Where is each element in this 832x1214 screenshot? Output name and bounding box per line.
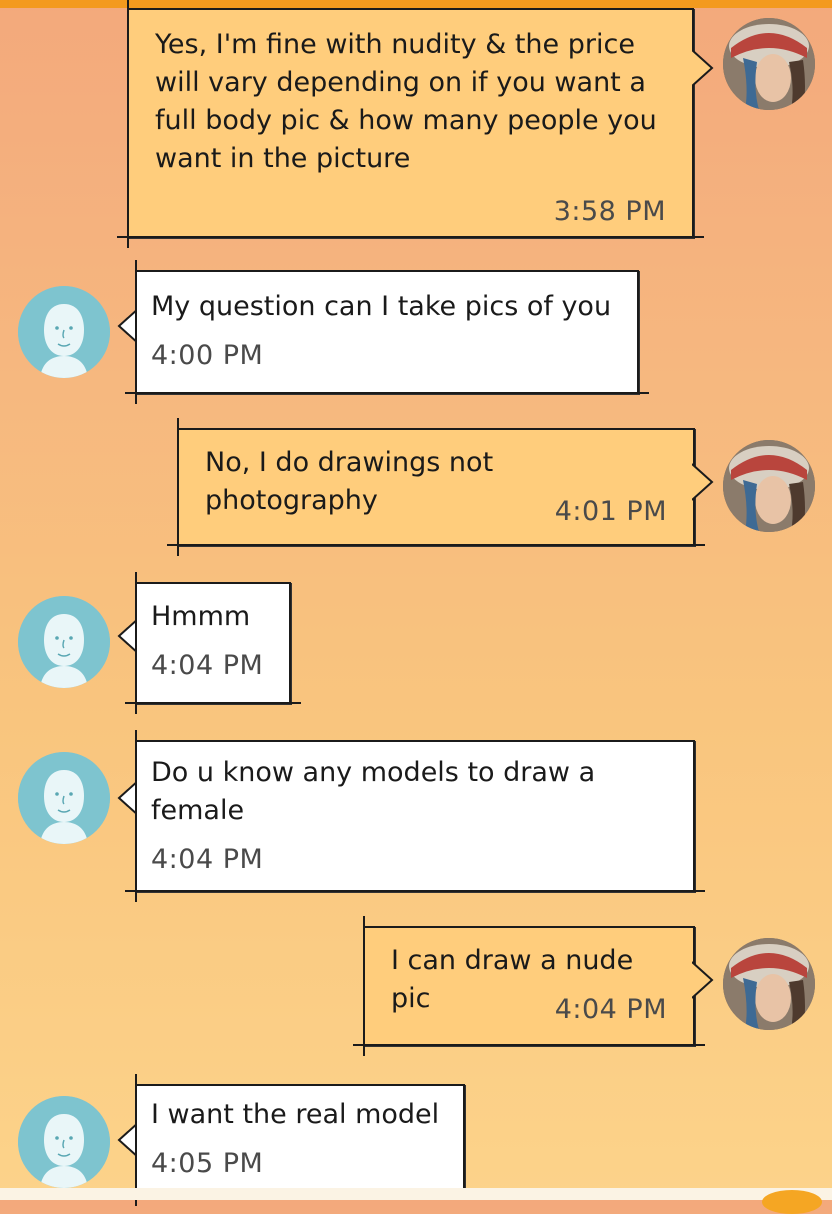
top-accent-bar (0, 0, 832, 8)
bubble-tail (692, 49, 714, 87)
artwork-avatar-icon (723, 440, 815, 532)
bubble-tail (692, 463, 714, 501)
outgoing-message-bubble[interactable]: Yes, I'm fine with nudity & the price wi… (117, 0, 704, 248)
message-timestamp: 4:01 PM (554, 496, 667, 527)
message-text: My question can I take pics of you (151, 291, 612, 322)
message-timestamp: 4:00 PM (151, 340, 264, 371)
message-timestamp: 3:58 PM (553, 196, 666, 227)
default-person-icon (18, 752, 110, 844)
send-button-edge[interactable] (762, 1190, 822, 1214)
outgoing-message-bubble[interactable]: No, I do drawings not photography 4:01 P… (167, 418, 705, 556)
message-timestamp: 4:04 PM (151, 844, 264, 875)
my-avatar[interactable] (723, 18, 815, 110)
outgoing-message-bubble[interactable]: I can draw a nude pic 4:04 PM (353, 916, 705, 1056)
bottom-input-bar-edge (0, 1188, 832, 1214)
default-person-icon (18, 286, 110, 378)
incoming-message-bubble[interactable]: Do u know any models to draw a female 4:… (125, 730, 705, 902)
message-text: Do u know any models to draw a female (151, 757, 596, 826)
bubble-tail (692, 961, 714, 999)
incoming-message-bubble[interactable]: I want the real model 4:05 PM (125, 1074, 475, 1206)
message-timestamp: 4:05 PM (151, 1148, 264, 1179)
message-timestamp: 4:04 PM (554, 994, 667, 1025)
message-text: Yes, I'm fine with nudity & the price wi… (155, 29, 657, 174)
contact-avatar[interactable] (18, 1096, 110, 1188)
default-person-icon (18, 1096, 110, 1188)
my-avatar[interactable] (723, 938, 815, 1030)
incoming-message-bubble[interactable]: Hmmm 4:04 PM (125, 572, 301, 714)
artwork-avatar-icon (723, 18, 815, 110)
my-avatar[interactable] (723, 440, 815, 532)
artwork-avatar-icon (723, 938, 815, 1030)
message-text: Hmmm (151, 601, 251, 632)
incoming-message-bubble[interactable]: My question can I take pics of you 4:00 … (125, 260, 649, 404)
message-text: I want the real model (151, 1099, 440, 1130)
contact-avatar[interactable] (18, 596, 110, 688)
default-person-icon (18, 596, 110, 688)
message-timestamp: 4:04 PM (151, 650, 264, 681)
contact-avatar[interactable] (18, 752, 110, 844)
contact-avatar[interactable] (18, 286, 110, 378)
